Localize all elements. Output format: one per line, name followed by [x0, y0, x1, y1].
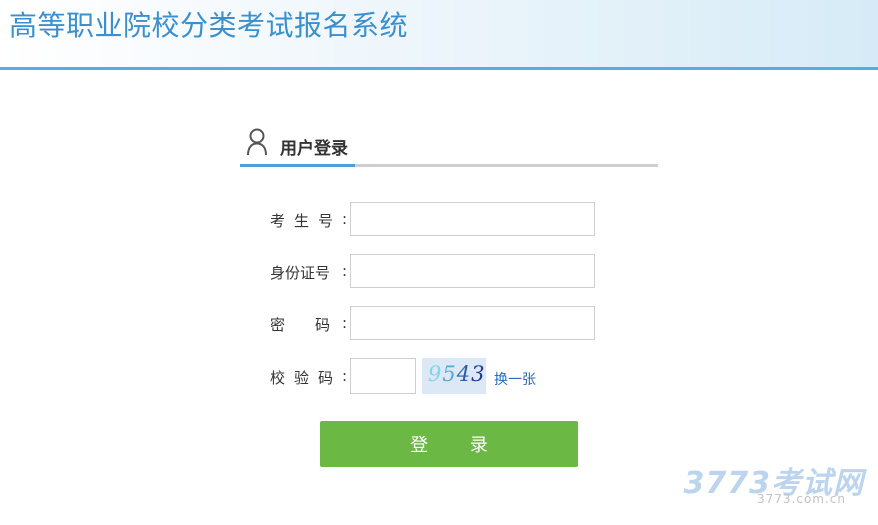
- watermark: 3773考试网 3773.com.cn: [684, 458, 864, 508]
- system-title: 高等职业院校分类考试报名系统: [9, 9, 409, 42]
- id-number-label: 身份证号: [270, 264, 331, 282]
- exam-number-colon: :: [342, 210, 348, 228]
- header-accent-bar: [240, 164, 355, 167]
- password-input[interactable]: [350, 306, 595, 340]
- captcha-char: 3: [471, 362, 486, 386]
- id-number-input[interactable]: [350, 254, 595, 288]
- captcha-char: 5: [442, 362, 457, 386]
- exam-number-label: 考生号: [270, 212, 343, 230]
- captcha-code: 9543: [428, 362, 486, 386]
- refresh-captcha-link[interactable]: 换一张: [494, 369, 536, 389]
- watermark-url: 3773.com.cn: [757, 492, 846, 506]
- user-icon: [247, 128, 267, 156]
- captcha-char: 4: [456, 362, 472, 386]
- captcha-char: 9: [428, 362, 443, 386]
- password-label: 密码: [270, 316, 361, 334]
- password-colon: :: [342, 314, 348, 332]
- exam-number-input[interactable]: [350, 202, 595, 236]
- captcha-input[interactable]: [350, 358, 416, 394]
- login-panel-title: 用户登录: [280, 139, 348, 159]
- captcha-label: 校验码: [270, 369, 343, 387]
- login-panel-header: 用户登录: [240, 124, 658, 167]
- id-number-colon: :: [342, 262, 348, 280]
- captcha-image[interactable]: 9543: [422, 358, 486, 394]
- page-header: 高等职业院校分类考试报名系统: [0, 0, 878, 70]
- login-button[interactable]: 登 录: [320, 421, 578, 467]
- captcha-colon: :: [342, 367, 348, 385]
